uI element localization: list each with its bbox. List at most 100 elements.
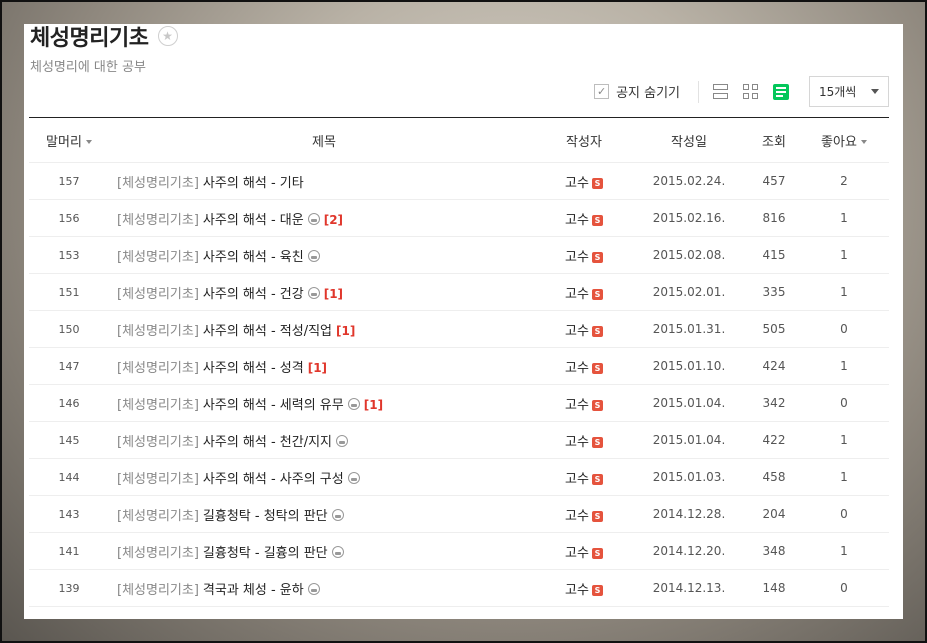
article-title-link[interactable]: 사주의 해석 - 성격: [203, 361, 304, 376]
article-number: 139: [58, 581, 80, 595]
article-title-cell[interactable]: [체성명리기초] 사주의 해석 - 적성/직업 [1]: [109, 320, 539, 339]
table-row: 144 [체성명리기초] 사주의 해석 - 사주의 구성 고수 S 2015.01.03.…: [29, 459, 889, 496]
like-count: 1: [840, 470, 848, 484]
author-name[interactable]: 고수: [565, 213, 589, 228]
article-prefix-tag: [체성명리기초]: [117, 434, 199, 450]
author-cell[interactable]: 고수 S: [539, 431, 629, 450]
article-date: 2015.01.03.: [652, 470, 726, 484]
comment-count[interactable]: [1]: [308, 361, 327, 375]
column-header-likes[interactable]: 좋아요: [799, 131, 889, 150]
author-name[interactable]: 고수: [565, 176, 589, 191]
article-number: 144: [58, 470, 80, 484]
page-title: 체성명리기초: [30, 26, 149, 51]
view-count: 348: [762, 544, 786, 558]
article-title-cell[interactable]: [체성명리기초] 사주의 해석 - 대운 [2]: [109, 209, 539, 228]
author-name[interactable]: 고수: [565, 509, 589, 524]
article-date: 2014.12.13.: [652, 581, 726, 595]
table-row: 150 [체성명리기초] 사주의 해석 - 적성/직업 [1] 고수 S 2015.01.3…: [29, 311, 889, 348]
article-number: 156: [58, 211, 80, 225]
article-title-link[interactable]: 길흉청탁 - 길흉의 판단: [203, 546, 328, 561]
article-title-link[interactable]: 사주의 해석 - 세력의 유무: [203, 398, 344, 413]
author-cell[interactable]: 고수 S: [539, 246, 629, 265]
author-cell[interactable]: 고수 S: [539, 357, 629, 376]
article-title-cell[interactable]: [체성명리기초] 길흉청탁 - 청탁의 판단: [109, 505, 539, 524]
article-date: 2014.12.20.: [652, 544, 726, 558]
article-number: 146: [58, 396, 80, 410]
member-level-icon: S: [591, 362, 603, 374]
member-level-icon: S: [591, 325, 603, 337]
article-title-cell[interactable]: [체성명리기초] 격국과 체성 - 윤하: [109, 579, 539, 598]
article-title-link[interactable]: 사주의 해석 - 건강: [203, 287, 304, 302]
album-grid-view-icon[interactable]: [743, 83, 759, 100]
article-title-link[interactable]: 사주의 해석 - 육친: [203, 250, 304, 265]
author-cell[interactable]: 고수 S: [539, 283, 629, 302]
chevron-down-icon: [85, 140, 92, 144]
per-page-select[interactable]: 15개씩: [809, 76, 889, 107]
table-header: 말머리 제목 작성자 작성일 조회 좋아요: [29, 117, 889, 163]
text-list-view-icon[interactable]: [773, 83, 789, 100]
article-title-link[interactable]: 사주의 해석 - 적성/직업: [203, 324, 332, 339]
author-cell[interactable]: 고수 S: [539, 579, 629, 598]
author-name[interactable]: 고수: [565, 398, 589, 413]
member-level-icon: S: [591, 436, 603, 448]
author-cell[interactable]: 고수 S: [539, 394, 629, 413]
member-level-icon: S: [591, 584, 603, 596]
member-level-icon: S: [591, 251, 603, 263]
view-count: 148: [762, 581, 786, 595]
comment-count[interactable]: [1]: [364, 398, 383, 412]
author-name[interactable]: 고수: [565, 583, 589, 598]
card-list-view-icon[interactable]: [713, 83, 729, 100]
author-cell[interactable]: 고수 S: [539, 542, 629, 561]
article-number: 141: [58, 544, 80, 558]
hide-notice-checkbox[interactable]: ✓ 공지 숨기기: [594, 82, 680, 101]
article-title-link[interactable]: 사주의 해석 - 사주의 구성: [203, 472, 344, 487]
comment-count[interactable]: [1]: [324, 287, 343, 301]
author-cell[interactable]: 고수 S: [539, 468, 629, 487]
author-name[interactable]: 고수: [565, 472, 589, 487]
article-title-cell[interactable]: [체성명리기초] 사주의 해석 - 기타: [109, 172, 539, 191]
article-title-cell[interactable]: [체성명리기초] 사주의 해석 - 천간/지지: [109, 431, 539, 450]
author-cell[interactable]: 고수 S: [539, 209, 629, 228]
view-count: 458: [762, 470, 786, 484]
author-name[interactable]: 고수: [565, 287, 589, 302]
author-cell[interactable]: 고수 S: [539, 320, 629, 339]
member-level-icon: S: [591, 288, 603, 300]
author-name[interactable]: 고수: [565, 250, 589, 265]
column-header-prefix[interactable]: 말머리: [29, 131, 109, 150]
article-title-link[interactable]: 길흉청탁 - 청탁의 판단: [203, 509, 328, 524]
article-title-cell[interactable]: [체성명리기초] 사주의 해석 - 사주의 구성: [109, 468, 539, 487]
like-count: 0: [840, 581, 848, 595]
like-count: 1: [840, 544, 848, 558]
view-count: 204: [762, 507, 786, 521]
comment-count[interactable]: [2]: [324, 213, 343, 227]
article-title-cell[interactable]: [체성명리기초] 사주의 해석 - 세력의 유무 [1]: [109, 394, 539, 413]
view-count: 505: [762, 322, 786, 336]
like-count: 1: [840, 359, 848, 373]
author-name[interactable]: 고수: [565, 435, 589, 450]
article-title-link[interactable]: 사주의 해석 - 천간/지지: [203, 435, 332, 450]
article-title-cell[interactable]: [체성명리기초] 사주의 해석 - 육친: [109, 246, 539, 265]
article-number: 147: [58, 359, 80, 373]
article-title-link[interactable]: 사주의 해석 - 대운: [203, 213, 304, 228]
author-name[interactable]: 고수: [565, 324, 589, 339]
article-date: 2015.01.10.: [652, 359, 726, 373]
article-title-link[interactable]: 사주의 해석 - 기타: [203, 176, 304, 191]
article-prefix-tag: [체성명리기초]: [117, 471, 199, 487]
author-name[interactable]: 고수: [565, 546, 589, 561]
article-title-cell[interactable]: [체성명리기초] 사주의 해석 - 성격 [1]: [109, 357, 539, 376]
comment-count[interactable]: [1]: [336, 324, 355, 338]
column-header-views: 조회: [762, 134, 786, 150]
author-cell[interactable]: 고수 S: [539, 505, 629, 524]
board-header: 체성명리기초 ★ 체성명리에 대한 공부: [30, 24, 178, 75]
article-title-link[interactable]: 격국과 체성 - 윤하: [203, 583, 304, 598]
author-name[interactable]: 고수: [565, 361, 589, 376]
attached-image-icon: [347, 472, 360, 484]
article-number: 157: [58, 174, 80, 188]
article-date: 2015.02.24.: [652, 174, 726, 188]
like-count: 1: [840, 248, 848, 262]
star-icon[interactable]: ★: [157, 26, 178, 46]
article-title-cell[interactable]: [체성명리기초] 사주의 해석 - 건강 [1]: [109, 283, 539, 302]
author-cell[interactable]: 고수 S: [539, 172, 629, 191]
article-title-cell[interactable]: [체성명리기초] 길흉청탁 - 길흉의 판단: [109, 542, 539, 561]
like-count: 1: [840, 285, 848, 299]
